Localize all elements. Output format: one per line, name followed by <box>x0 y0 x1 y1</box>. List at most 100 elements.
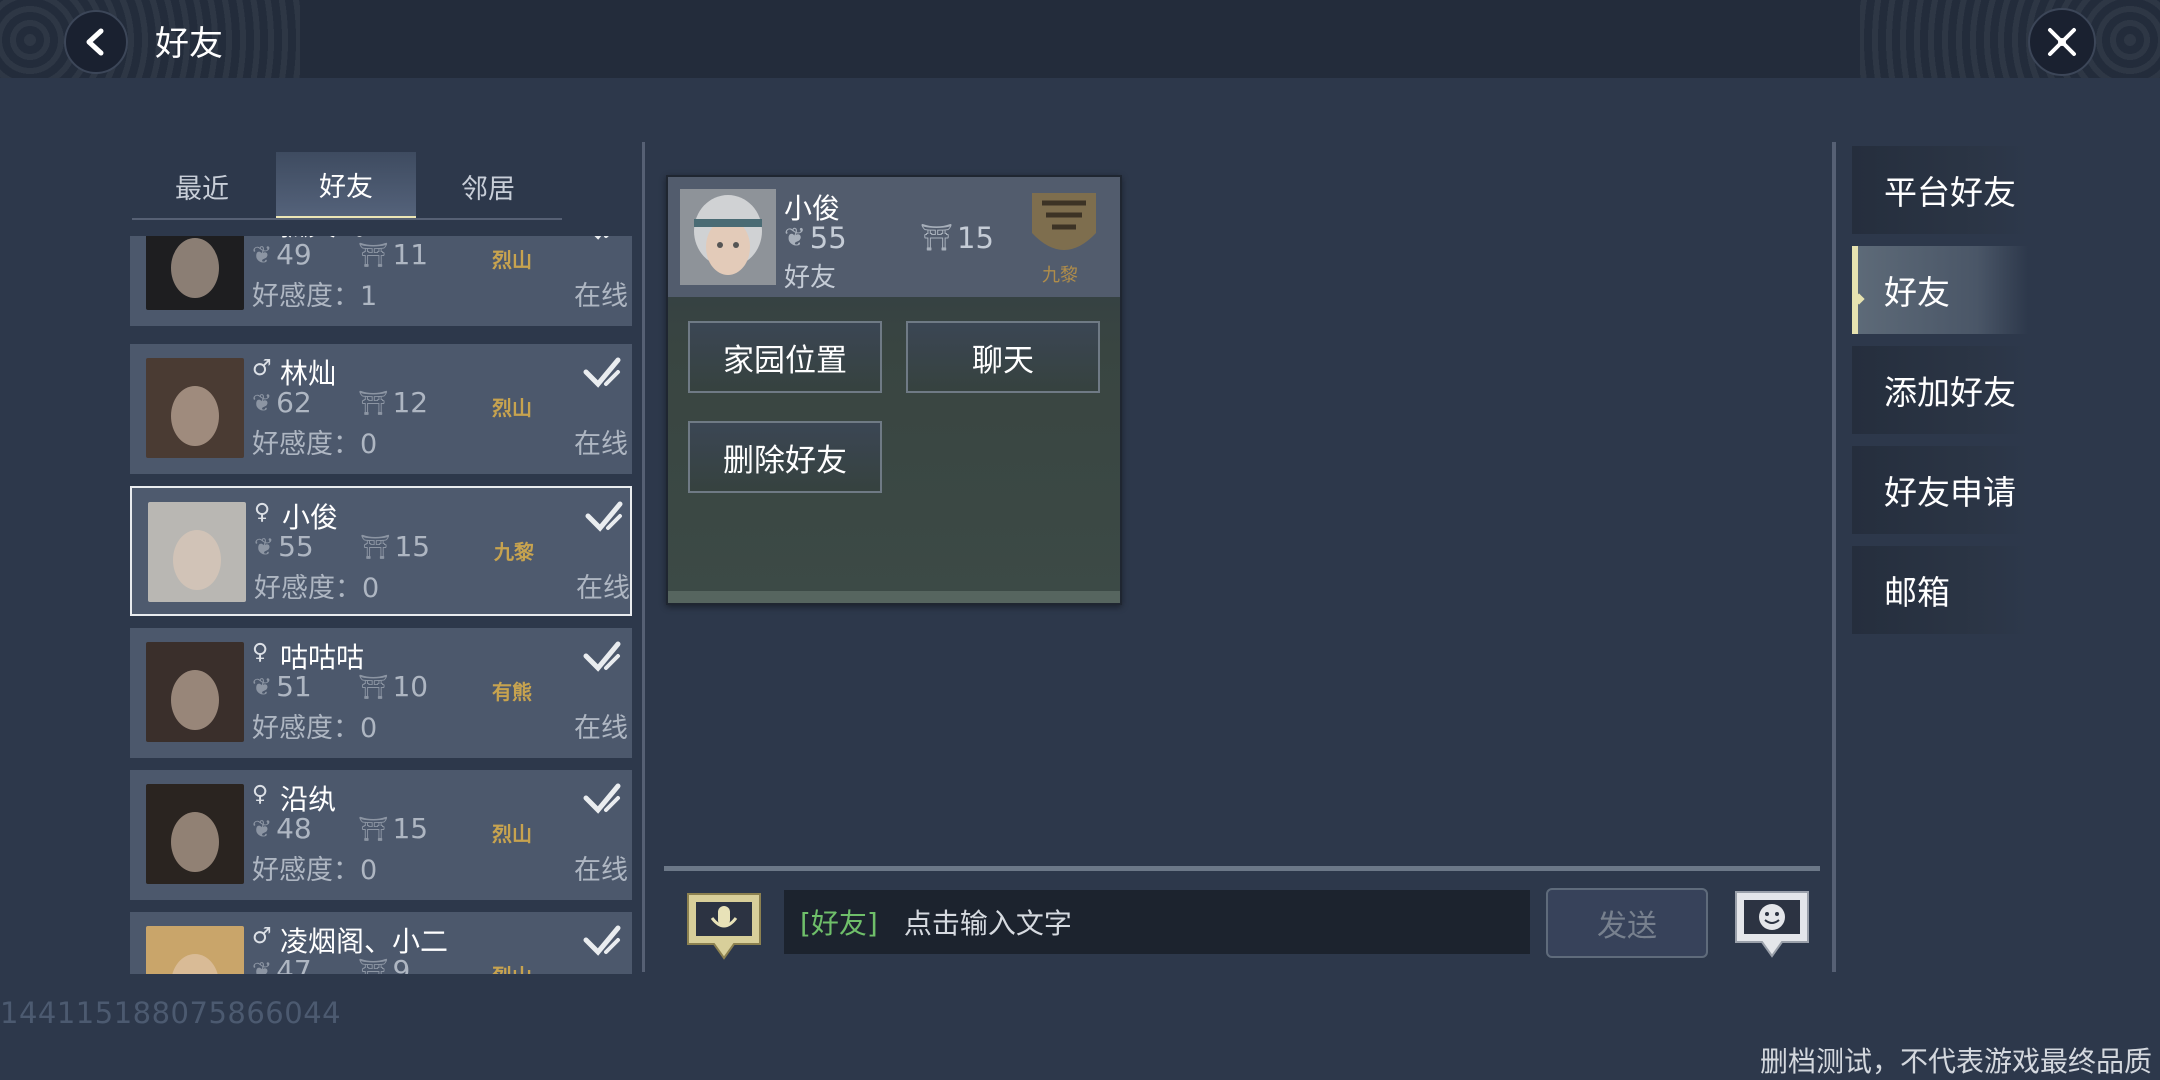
nav-platform-friends[interactable]: 平台好友 <box>1852 146 2028 234</box>
friend-detail-panel: 小俊 ❦ 55 ⛩ 15 好友 九黎 家园位置 聊天 删除好友 <box>666 175 1122 605</box>
delete-friend-button[interactable]: 删除好友 <box>688 421 882 493</box>
house-icon: ⛩ <box>920 223 954 253</box>
friend-home-value: 9 <box>392 954 411 974</box>
send-button[interactable]: 发送 <box>1546 888 1708 958</box>
house-icon: ⛩ <box>360 532 391 561</box>
nav-friends[interactable]: 好友 <box>1852 246 2028 334</box>
online-status: 在线 <box>574 713 628 744</box>
friend-card[interactable]: ♂孤天飞❦49⛩11烈山好感度：1在线 <box>130 236 632 326</box>
online-status: 在线 <box>574 855 628 886</box>
detail-level-value: 55 <box>809 221 847 255</box>
friend-level-value: 48 <box>276 812 312 845</box>
friend-region: 烈山 <box>492 822 532 846</box>
edit-note-icon[interactable] <box>582 780 622 820</box>
friend-region: 烈山 <box>492 248 532 272</box>
edit-note-icon[interactable] <box>584 498 624 538</box>
voice-button[interactable] <box>684 890 764 962</box>
edit-note-icon[interactable] <box>582 638 622 678</box>
close-button[interactable] <box>2028 8 2096 76</box>
home-location-button[interactable]: 家园位置 <box>688 321 882 393</box>
chat-placeholder: 点击输入文字 <box>903 907 1072 940</box>
edit-note-icon[interactable] <box>582 922 622 962</box>
friend-home-value: 15 <box>394 530 431 563</box>
level-icon: ❦ <box>252 814 273 843</box>
nav-friend-requests[interactable]: 好友申请 <box>1852 446 2028 534</box>
friend-level: ❦ 47 <box>252 954 312 974</box>
edit-note-icon[interactable] <box>582 236 622 246</box>
page-title: 好友 <box>155 24 223 64</box>
friend-region: 九黎 <box>494 540 534 564</box>
friend-home-value: 10 <box>392 670 429 703</box>
friend-level: ❦ 55 <box>254 530 314 563</box>
friend-level: ❦ 49 <box>252 238 312 271</box>
avatar <box>146 236 244 310</box>
avatar <box>146 358 244 458</box>
friend-region: 有熊 <box>492 680 532 704</box>
friend-home: ⛩ 9 <box>358 954 410 974</box>
friend-home: ⛩ 10 <box>358 670 428 703</box>
online-status: 在线 <box>576 573 630 604</box>
chevron-left-icon <box>86 28 104 56</box>
decorative-pattern-left <box>0 0 300 78</box>
friend-level: ❦ 51 <box>252 670 312 703</box>
detail-level: ❦ 55 <box>784 221 847 255</box>
friend-level-value: 49 <box>276 238 312 271</box>
level-icon: ❦ <box>252 672 273 701</box>
tab-friends[interactable]: 好友 <box>276 152 416 220</box>
friend-home-value: 12 <box>392 386 429 419</box>
back-button[interactable] <box>64 10 128 74</box>
detail-header: 小俊 ❦ 55 ⛩ 15 好友 九黎 <box>668 177 1120 297</box>
tab-recent[interactable]: 最近 <box>132 152 272 220</box>
friend-list[interactable]: ♂孤天飞❦49⛩11烈山好感度：1在线♂林灿❦62⛩12烈山好感度：0在线♀小俊… <box>130 236 632 974</box>
friend-region: 烈山 <box>492 396 532 420</box>
friend-home-value: 11 <box>392 238 429 271</box>
friend-level-value: 62 <box>276 386 312 419</box>
chat-channel-tag: [好友] <box>800 907 878 940</box>
friend-level: ❦ 62 <box>252 386 312 419</box>
avatar <box>148 502 246 602</box>
house-icon: ⛩ <box>358 814 389 843</box>
friend-favor: 好感度：0 <box>252 855 378 886</box>
friend-favor: 好感度：0 <box>254 573 380 604</box>
online-status: 在线 <box>574 429 628 460</box>
friend-home: ⛩ 15 <box>360 530 430 563</box>
friend-card[interactable]: ♂凌烟阁、小二❦47⛩9烈山好感度：0在线 <box>130 912 632 974</box>
avatar <box>146 642 244 742</box>
tab-neighbors[interactable]: 邻居 <box>418 152 558 220</box>
friend-card[interactable]: ♀ 沿纨 ❦ 48 ⛩ 15 烈山 好感度：0 在线 <box>130 770 632 900</box>
detail-relation: 好友 <box>784 263 837 293</box>
avatar <box>146 926 244 974</box>
friend-level-value: 51 <box>276 670 312 703</box>
chat-input[interactable]: [好友] 点击输入文字 <box>784 890 1530 954</box>
online-status: 在线 <box>574 281 628 312</box>
top-bar <box>0 0 2160 78</box>
smiley-icon <box>1759 904 1785 930</box>
friend-card[interactable]: ♂ 林灿 ❦ 62 ⛩ 12 烈山 好感度：0 在线 <box>130 344 632 474</box>
tabs-divider <box>132 218 562 220</box>
friend-home: ⛩ 15 <box>358 812 428 845</box>
close-icon <box>2048 28 2076 56</box>
house-icon: ⛩ <box>358 956 389 975</box>
friend-home: ⛩ 11 <box>358 238 428 271</box>
detail-bottom-strip <box>668 591 1120 603</box>
level-icon: ❦ <box>784 223 806 253</box>
house-icon: ⛩ <box>358 388 389 417</box>
nav-add-friend[interactable]: 添加好友 <box>1852 346 2028 434</box>
friend-level: ❦ 48 <box>252 812 312 845</box>
friend-favor: 好感度：1 <box>252 281 378 312</box>
gender-icon: ♂ <box>252 356 272 381</box>
edit-note-icon[interactable] <box>582 354 622 394</box>
friend-card[interactable]: ♀ 咕咕咕 ❦ 51 ⛩ 10 有熊 好感度：0 在线 <box>130 628 632 758</box>
friend-card[interactable]: ♀ 小俊 ❦ 55 ⛩ 15 九黎 好感度：0 在线 <box>130 486 632 616</box>
house-icon: ⛩ <box>358 672 389 701</box>
emblem-label: 九黎 <box>1042 265 1078 286</box>
nav-mailbox[interactable]: 邮箱 <box>1852 546 2028 634</box>
level-icon: ❦ <box>252 388 273 417</box>
detail-home: ⛩ 15 <box>920 221 994 255</box>
chat-button[interactable]: 聊天 <box>906 321 1100 393</box>
level-icon: ❦ <box>252 956 273 975</box>
emoji-button[interactable] <box>1732 888 1812 960</box>
level-icon: ❦ <box>252 240 273 269</box>
house-icon: ⛩ <box>358 240 389 269</box>
gender-icon: ♀ <box>252 782 269 807</box>
